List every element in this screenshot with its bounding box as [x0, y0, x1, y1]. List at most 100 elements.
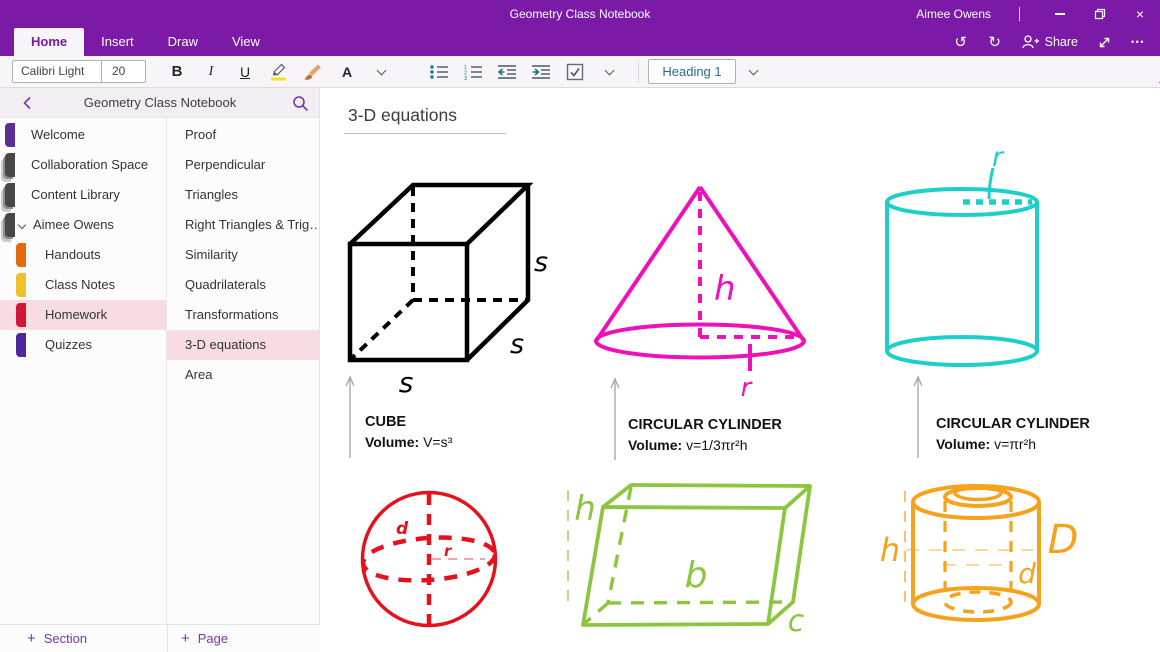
underline-button[interactable]: U: [228, 59, 262, 85]
section-tab-icon: [16, 333, 26, 357]
tags-chevron-icon[interactable]: [592, 59, 626, 85]
styles-chevron-icon[interactable]: [736, 59, 770, 85]
add-page-label: Page: [198, 631, 228, 646]
sphere-figure[interactable]: d r: [362, 493, 497, 626]
add-page-button[interactable]: +Page: [181, 625, 228, 652]
cone-radius-label: r: [741, 373, 754, 403]
page-item-area[interactable]: Area: [167, 360, 319, 390]
box-depth-label: c: [788, 604, 805, 639]
tube-figure[interactable]: h D d: [880, 486, 1079, 620]
section-label: Welcome: [31, 127, 85, 142]
cone-figure[interactable]: h r: [596, 187, 804, 403]
section-label: Aimee Owens: [33, 217, 114, 232]
font-name-input[interactable]: Calibri Light: [13, 61, 101, 82]
expand-chevron-icon[interactable]: [18, 221, 26, 229]
search-icon: [292, 95, 309, 112]
style-selector[interactable]: Heading 1: [648, 59, 736, 84]
title-bar: Geometry Class Notebook Aimee Owens ×: [0, 0, 1160, 28]
page-item-perpendicular[interactable]: Perpendicular: [167, 150, 319, 180]
cylinder-caption-title: CIRCULAR CYLINDER: [936, 414, 1090, 434]
svg-text:3: 3: [464, 76, 467, 80]
fullscreen-icon[interactable]: [1090, 30, 1118, 54]
bullet-list-button[interactable]: [422, 59, 456, 85]
page-item-triangles[interactable]: Triangles: [167, 180, 319, 210]
tab-view[interactable]: View: [215, 28, 277, 56]
cube-side-label: s: [510, 329, 524, 360]
numbered-list-icon: 123: [463, 64, 483, 80]
cube-side-label: s: [534, 247, 548, 278]
font-color-letter: A: [342, 64, 352, 80]
increase-indent-button[interactable]: [524, 59, 558, 85]
close-button[interactable]: ×: [1120, 0, 1160, 28]
section-tab-icon: [5, 183, 15, 207]
format-painter-button[interactable]: [296, 59, 330, 85]
restore-icon: [1094, 8, 1106, 20]
share-label: Share: [1045, 35, 1078, 49]
volume-label: Volume:: [936, 436, 990, 452]
formatting-toolbar: Calibri Light 20 B I U A: [0, 56, 1160, 88]
add-section-button[interactable]: +Section: [27, 625, 87, 652]
section-tab-icon: [5, 153, 15, 177]
section-group-aimee-owens[interactable]: Aimee Owens: [0, 210, 166, 240]
format-painter-icon: [303, 63, 323, 81]
page-item-right-triangles-trig[interactable]: Right Triangles & Trig…: [167, 210, 319, 240]
font-size-input[interactable]: 20: [101, 61, 145, 82]
more-options-icon[interactable]: •••: [1124, 30, 1152, 54]
tab-insert[interactable]: Insert: [84, 28, 151, 56]
cone-caption[interactable]: CIRCULAR CYLINDER Volume: v=1/3πr²h: [628, 415, 782, 455]
cone-formula: v=1/3πr²h: [686, 437, 747, 453]
section-item-collaboration-space[interactable]: Collaboration Space: [0, 150, 166, 180]
toolbar-separator: [638, 61, 639, 83]
cube-caption[interactable]: CUBE Volume: V=s³: [365, 412, 452, 452]
cube-caption-title: CUBE: [365, 412, 452, 432]
share-button[interactable]: Share: [1015, 34, 1084, 50]
section-item-quizzes[interactable]: Quizzes: [0, 330, 166, 360]
bold-button[interactable]: B: [160, 59, 194, 85]
highlighter-button[interactable]: [262, 59, 296, 85]
sidebar-bottom-bar: +Section +Page: [0, 624, 320, 652]
cylinder-figure[interactable]: r: [887, 142, 1037, 365]
search-button[interactable]: [292, 95, 309, 117]
section-item-content-library[interactable]: Content Library: [0, 180, 166, 210]
parallelepiped-figure[interactable]: h b c: [568, 485, 810, 639]
section-label: Homework: [45, 307, 107, 322]
sphere-radius-label: r: [444, 542, 453, 560]
section-label: Content Library: [31, 187, 120, 202]
onenote-app: Geometry Class Notebook Aimee Owens × Ho…: [0, 0, 1160, 652]
decrease-indent-button[interactable]: [490, 59, 524, 85]
redo-icon[interactable]: ↻: [981, 30, 1009, 54]
font-options-chevron-icon[interactable]: [364, 59, 398, 85]
tab-draw[interactable]: Draw: [151, 28, 215, 56]
box-base-label: b: [685, 555, 708, 596]
section-item-class-notes[interactable]: Class Notes: [0, 270, 166, 300]
account-user-name[interactable]: Aimee Owens: [916, 7, 991, 21]
page-canvas[interactable]: 3-D equations s s s: [320, 88, 1160, 652]
section-item-handouts[interactable]: Handouts: [0, 240, 166, 270]
page-item-proof[interactable]: Proof: [167, 120, 319, 150]
notebook-title[interactable]: Geometry Class Notebook: [0, 88, 320, 118]
section-item-welcome[interactable]: Welcome: [0, 120, 166, 150]
italic-button[interactable]: I: [194, 59, 228, 85]
section-tab-icon: [5, 213, 15, 237]
font-picker: Calibri Light 20: [12, 60, 146, 83]
section-item-homework[interactable]: Homework: [0, 300, 166, 330]
cube-figure[interactable]: s s s: [350, 185, 548, 399]
page-item-similarity[interactable]: Similarity: [167, 240, 319, 270]
page-item-3d-equations[interactable]: 3-D equations: [167, 330, 319, 360]
increase-indent-icon: [531, 64, 551, 80]
undo-icon[interactable]: ↺: [947, 30, 975, 54]
restore-button[interactable]: [1080, 0, 1120, 28]
cylinder-caption[interactable]: CIRCULAR CYLINDER Volume: v=πr²h: [936, 414, 1090, 454]
font-color-button[interactable]: A: [330, 59, 364, 85]
section-tab-icon: [5, 123, 15, 147]
tube-outer-diameter-label: D: [1048, 517, 1079, 563]
minimize-button[interactable]: [1040, 0, 1080, 28]
add-section-label: Section: [44, 631, 87, 646]
page-item-transformations[interactable]: Transformations: [167, 300, 319, 330]
page-item-quadrilaterals[interactable]: Quadrilaterals: [167, 270, 319, 300]
decrease-indent-icon: [497, 64, 517, 80]
tab-home[interactable]: Home: [14, 28, 84, 56]
volume-label: Volume:: [365, 434, 419, 450]
todo-tag-button[interactable]: [558, 59, 592, 85]
numbered-list-button[interactable]: 123: [456, 59, 490, 85]
